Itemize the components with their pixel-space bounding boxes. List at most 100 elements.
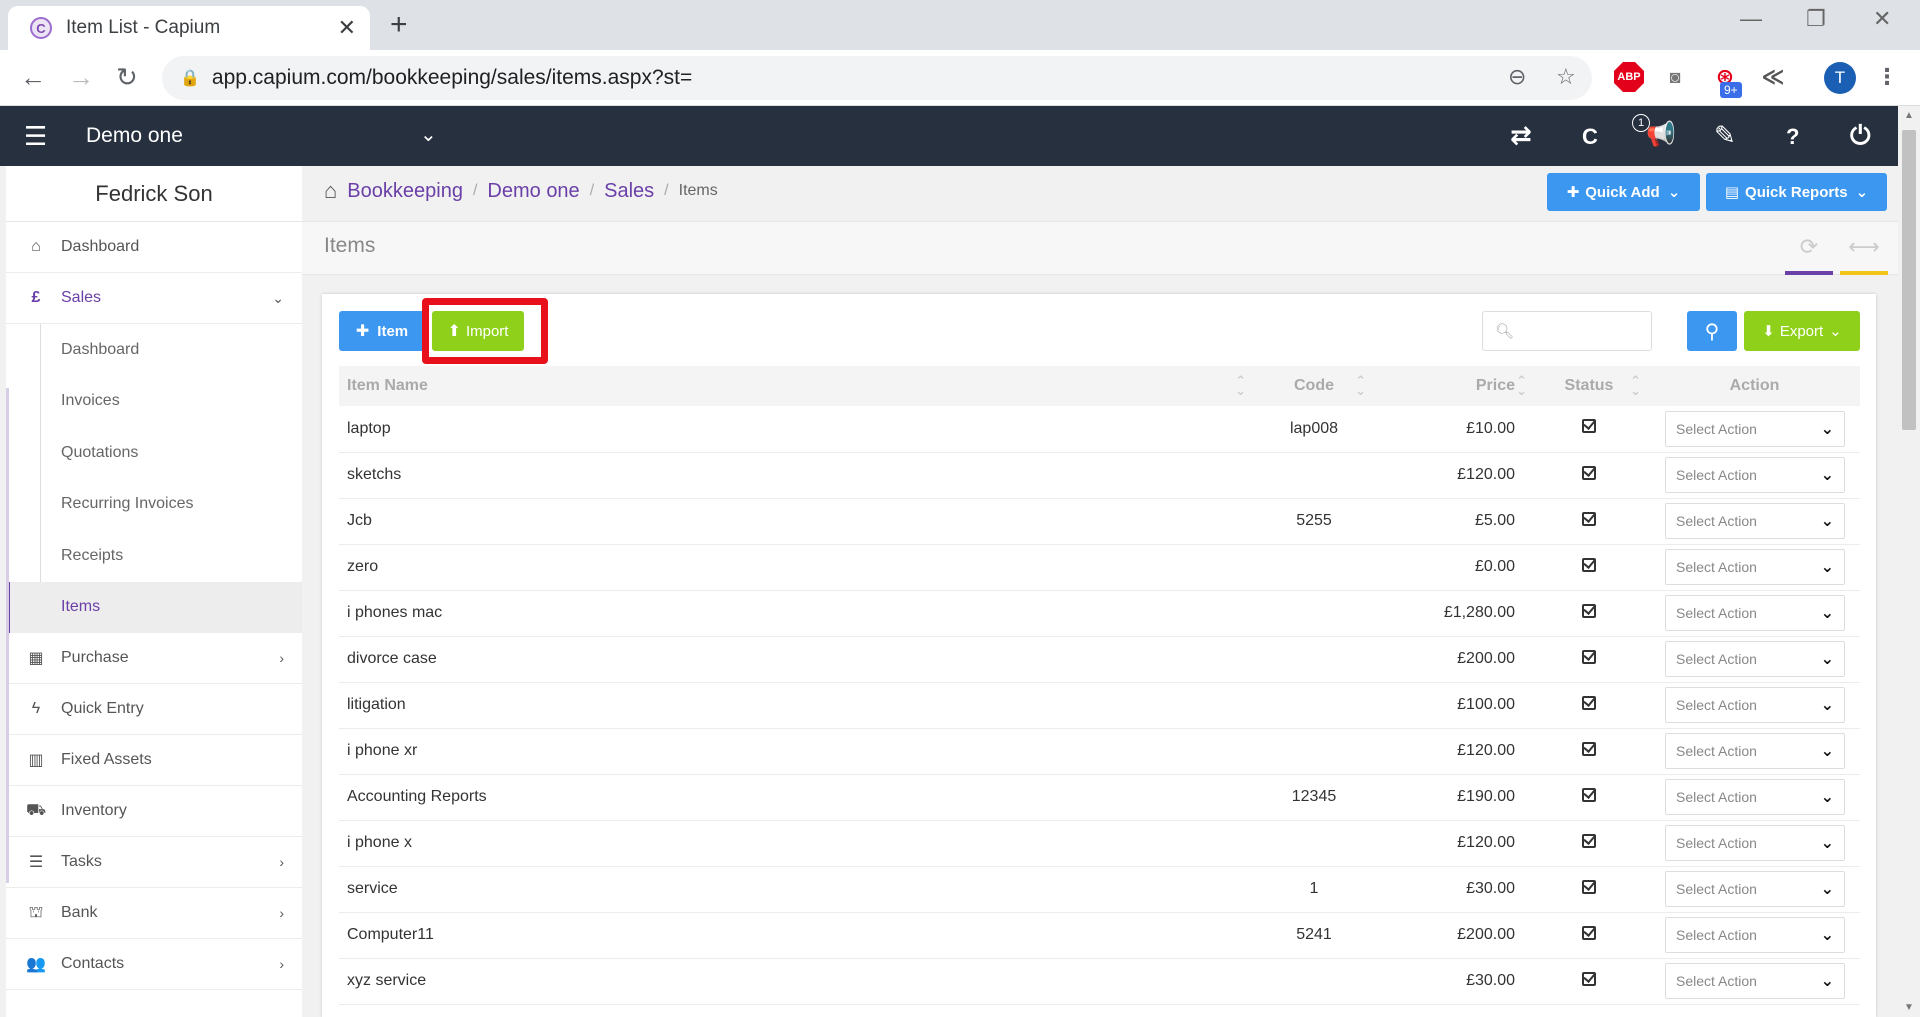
- status-checkbox-icon: [1582, 419, 1596, 434]
- item-code-cell: [1254, 820, 1374, 866]
- breadcrumb-sales[interactable]: Sales: [604, 180, 654, 203]
- sidebar-item-inventory[interactable]: ⛟ Inventory: [6, 786, 302, 837]
- scrollbar-thumb[interactable]: [1902, 130, 1916, 430]
- item-code-cell: [1254, 590, 1374, 636]
- close-tab-icon[interactable]: ✕: [338, 15, 356, 41]
- forward-icon[interactable]: →: [68, 64, 94, 90]
- refresh-underline: [1785, 271, 1833, 275]
- refresh-icon[interactable]: ⟳: [1785, 234, 1833, 275]
- profile-avatar[interactable]: T: [1824, 62, 1856, 94]
- select-action-dropdown[interactable]: Select Action ⌄: [1665, 410, 1845, 447]
- switch-icon[interactable]: ⇄: [1510, 122, 1532, 148]
- select-action-dropdown[interactable]: Select Action ⌄: [1665, 871, 1845, 907]
- sort-icon[interactable]: ⌃ ⌄: [1516, 374, 1527, 397]
- sidebar-item-quick-entry[interactable]: ϟ Quick Entry: [6, 684, 302, 735]
- sidebar-subitem-receipts[interactable]: Receipts: [6, 530, 302, 582]
- select-action-dropdown[interactable]: Select Action ⌄: [1665, 733, 1845, 769]
- company-dropdown-chevron-icon[interactable]: ⌄: [420, 122, 437, 147]
- column-header-price[interactable]: Price ⌃ ⌄: [1374, 366, 1529, 406]
- sidebar-subitem-dashboard[interactable]: Dashboard: [6, 324, 302, 376]
- help-icon[interactable]: ?: [1786, 124, 1799, 150]
- sidebar-item-contacts[interactable]: 👥 Contacts ›: [6, 939, 302, 990]
- quick-reports-button[interactable]: ▤ Quick Reports ⌄: [1706, 173, 1887, 211]
- status-cell: [1529, 636, 1649, 682]
- capium-logo-icon[interactable]: C: [1582, 124, 1598, 150]
- select-action-dropdown[interactable]: Select Action ⌄: [1665, 503, 1845, 539]
- reload-icon[interactable]: ↻: [116, 64, 138, 90]
- page-scrollbar[interactable]: ▲ ▼: [1898, 106, 1920, 1017]
- table-row: service 1 £30.00 Select Action ⌄: [339, 866, 1860, 912]
- zoom-icon[interactable]: ⊖: [1508, 66, 1526, 88]
- sidebar-item-tasks[interactable]: ☰ Tasks ›: [6, 837, 302, 888]
- table-row: sketchs £120.00 Select Action ⌄: [339, 452, 1860, 498]
- item-code-cell: [1254, 636, 1374, 682]
- item-name-cell: i phone xr: [347, 742, 418, 759]
- ticket-icon[interactable]: ✎: [1714, 122, 1736, 148]
- sidebar-subitem-invoices[interactable]: Invoices: [6, 375, 302, 428]
- new-tab-icon[interactable]: +: [390, 10, 408, 40]
- sort-icon[interactable]: ⌃ ⌄: [1235, 374, 1246, 397]
- sidebar-item-label: Quick Entry: [61, 700, 144, 717]
- adblock-extension-icon[interactable]: ABP: [1614, 62, 1644, 92]
- export-button[interactable]: ⬇ Export ⌄: [1744, 311, 1860, 351]
- address-bar[interactable]: 🔒 app.capium.com/bookkeeping/sales/items…: [162, 56, 1592, 100]
- chevron-down-icon: ⌄: [1820, 927, 1834, 944]
- search-field[interactable]: 🔍︎: [1482, 311, 1652, 351]
- item-price-cell: £1,280.00: [1443, 604, 1515, 621]
- bookmark-star-icon[interactable]: ☆: [1556, 66, 1576, 88]
- back-icon[interactable]: ←: [20, 64, 46, 90]
- sidebar-item-fixed-assets[interactable]: ▥ Fixed Assets: [6, 735, 302, 786]
- add-item-button[interactable]: ✚ Item: [339, 311, 425, 351]
- sidebar-subitem-items[interactable]: Items: [6, 581, 302, 633]
- item-name-cell: Jcb: [347, 512, 372, 529]
- sort-icon[interactable]: ⌃ ⌄: [1355, 374, 1366, 397]
- sidebar-item-purchase[interactable]: ▦ Purchase ›: [6, 633, 302, 684]
- sidebar-item-dashboard[interactable]: ⌂ Dashboard: [6, 222, 302, 273]
- home-icon[interactable]: ⌂: [324, 178, 337, 204]
- select-action-dropdown[interactable]: Select Action ⌄: [1665, 641, 1845, 677]
- scroll-down-arrow-icon[interactable]: ▼: [1904, 1002, 1914, 1013]
- action-cell: Select Action ⌄: [1649, 636, 1860, 682]
- sidebar-item-sales[interactable]: £ Sales ⌄: [6, 273, 302, 324]
- browser-tab[interactable]: C Item List - Capium ✕: [8, 6, 370, 50]
- restore-window-icon[interactable]: ❐: [1806, 6, 1826, 32]
- table-icon: ▤: [1724, 184, 1740, 201]
- search-input[interactable]: [1522, 322, 1643, 340]
- select-action-dropdown[interactable]: Select Action ⌄: [1665, 549, 1845, 585]
- select-action-dropdown[interactable]: Select Action ⌄: [1665, 595, 1845, 631]
- chevron-down-icon: ⌄: [1829, 323, 1842, 340]
- select-action-dropdown[interactable]: Select Action ⌄: [1665, 825, 1845, 861]
- hamburger-menu-icon[interactable]: ☰: [24, 123, 47, 149]
- item-code-cell: [1254, 682, 1374, 728]
- select-action-dropdown[interactable]: Select Action ⌄: [1665, 457, 1845, 493]
- breadcrumb-bookkeeping[interactable]: Bookkeeping: [347, 180, 463, 203]
- sidebar-subitem-quotations[interactable]: Quotations: [6, 427, 302, 479]
- browser-menu-icon[interactable]: ⋮: [1872, 62, 1902, 92]
- sidebar-item-bank[interactable]: ⛫ Bank ›: [6, 888, 302, 939]
- export-label: Export: [1779, 322, 1824, 340]
- scroll-up-arrow-icon[interactable]: ▲: [1904, 110, 1914, 121]
- import-button[interactable]: ⬆ Import: [432, 311, 524, 351]
- quick-add-button[interactable]: ✚ Quick Add ⌄: [1547, 173, 1700, 211]
- sidebar-subitem-recurring-invoices[interactable]: Recurring Invoices: [6, 478, 302, 531]
- megaphone-icon[interactable]: 📢: [1646, 122, 1676, 148]
- status-cell: [1529, 820, 1649, 866]
- power-icon[interactable]: ⏻: [1850, 122, 1871, 148]
- select-action-dropdown[interactable]: Select Action ⌄: [1665, 687, 1845, 723]
- camera-extension-icon[interactable]: ◙: [1660, 62, 1690, 92]
- select-action-dropdown[interactable]: Select Action ⌄: [1665, 917, 1845, 953]
- select-action-dropdown[interactable]: Select Action ⌄: [1665, 963, 1845, 999]
- column-header-status[interactable]: Status ⌃ ⌄: [1529, 366, 1649, 406]
- status-cell: [1529, 958, 1649, 1004]
- expand-width-icon[interactable]: ⟷: [1840, 234, 1888, 275]
- column-header-item-name[interactable]: Item Name ⌃ ⌄: [339, 366, 1254, 406]
- select-action-dropdown[interactable]: Select Action ⌄: [1665, 779, 1845, 815]
- close-window-icon[interactable]: ✕: [1873, 6, 1891, 32]
- sort-icon[interactable]: ⌃ ⌄: [1630, 374, 1641, 397]
- search-button[interactable]: ⚲: [1687, 311, 1737, 351]
- breadcrumb-current: Items: [678, 182, 718, 199]
- breadcrumb-company[interactable]: Demo one: [487, 180, 579, 203]
- capium-extension-icon[interactable]: ≪: [1758, 62, 1788, 92]
- column-header-code[interactable]: Code ⌃ ⌄: [1254, 366, 1374, 406]
- minimize-window-icon[interactable]: —: [1740, 6, 1762, 32]
